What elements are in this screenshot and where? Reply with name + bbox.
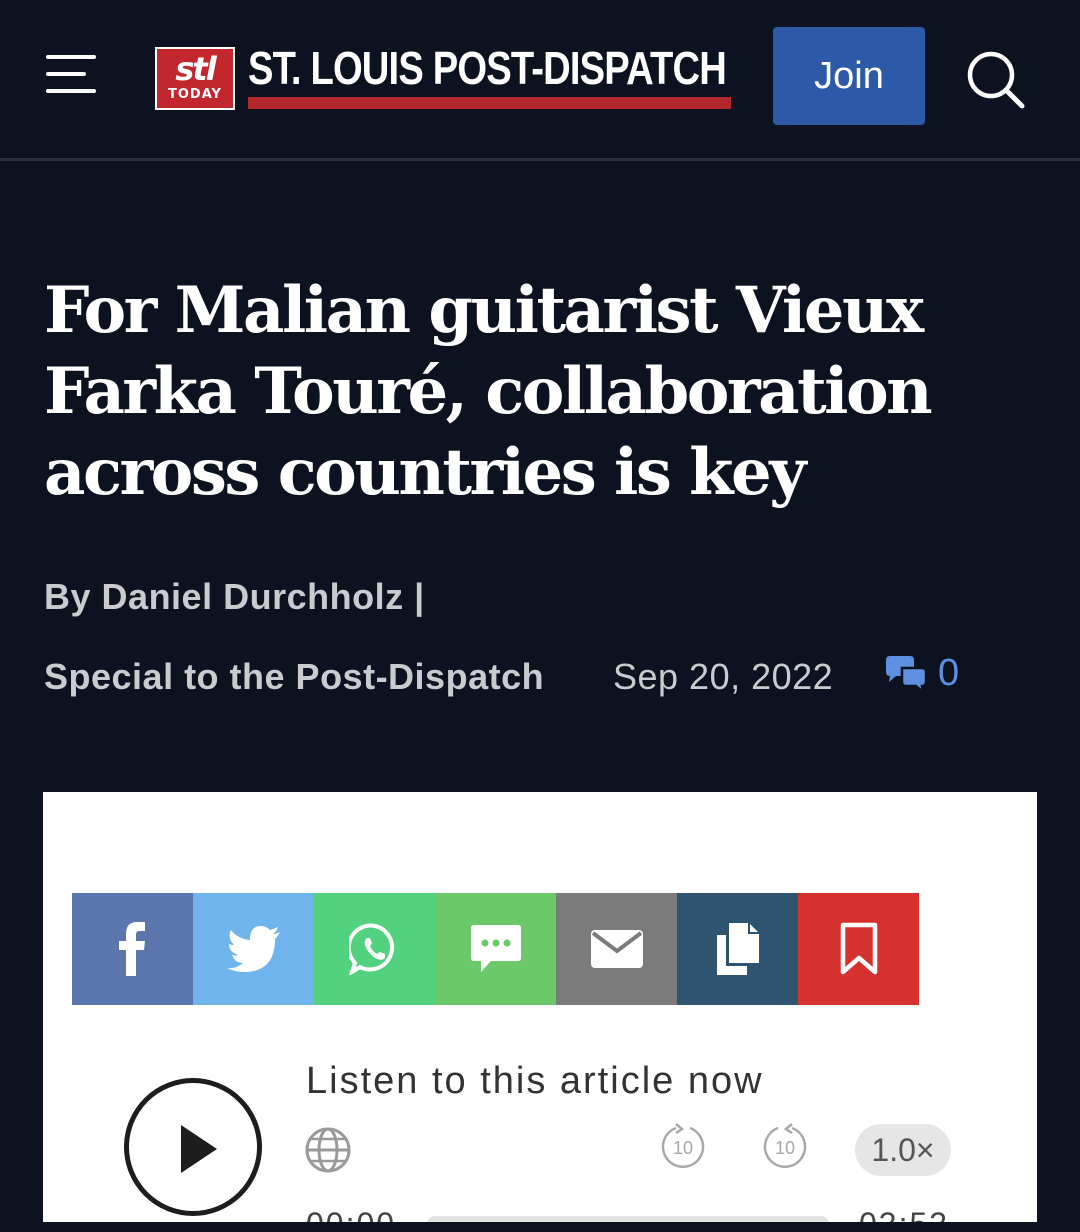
article-meta: Special to the Post-Dispatch Sep 20, 202… (44, 652, 1044, 702)
comment-count: 0 (938, 652, 960, 694)
share-facebook-button[interactable] (72, 893, 193, 1005)
byline-prefix: By (44, 576, 92, 617)
play-button[interactable] (124, 1078, 262, 1216)
bookmark-icon (840, 922, 877, 975)
menu-button[interactable] (46, 55, 96, 95)
copy-link-button[interactable] (677, 893, 798, 1005)
playback-speed-button[interactable]: 1.0× (855, 1124, 951, 1176)
article-source: Special to the Post-Dispatch (44, 656, 545, 697)
forward-10-icon: 10 (763, 1123, 807, 1168)
search-icon (967, 51, 1025, 109)
message-icon (470, 925, 521, 972)
article-headline: For Malian guitarist Vieux Farka Touré, … (44, 273, 933, 510)
skip-back-label: 10 (673, 1138, 693, 1158)
search-button[interactable] (964, 48, 1028, 112)
share-twitter-button[interactable] (193, 893, 314, 1005)
share-sms-button[interactable] (435, 893, 556, 1005)
join-button[interactable]: Join (773, 27, 925, 125)
skip-forward-label: 10 (775, 1138, 795, 1158)
menu-icon-bar (46, 72, 86, 76)
logo-underline (248, 97, 731, 109)
article-card: Listen to this article now 10 10 1.0× 00… (43, 792, 1037, 1232)
globe-icon (305, 1127, 351, 1173)
play-icon (181, 1125, 217, 1173)
whatsapp-icon (348, 923, 394, 975)
menu-icon-bar (46, 89, 96, 93)
audio-title: Listen to this article now (306, 1060, 764, 1102)
byline-separator: | (414, 576, 425, 617)
rewind-10-icon: 10 (661, 1123, 705, 1168)
copy-icon (716, 923, 759, 975)
menu-icon-bar (46, 55, 96, 59)
byline: By Daniel Durchholz | (44, 576, 425, 618)
author-link[interactable]: Daniel Durchholz (102, 576, 404, 617)
page-bottom-edge (0, 1222, 1080, 1232)
twitter-icon (226, 926, 280, 972)
article-date: Sep 20, 2022 (613, 656, 834, 697)
logo-badge-bottom-text: TODAY (168, 87, 222, 102)
stltoday-logo-badge[interactable]: stl TODAY (155, 47, 235, 110)
comments-icon (886, 655, 928, 694)
share-email-button[interactable] (556, 893, 677, 1005)
save-article-button[interactable] (798, 893, 919, 1005)
skip-forward-button[interactable]: 10 (760, 1122, 810, 1172)
site-header: stl TODAY ST. LOUIS POST-DISPATCH Join (0, 0, 1080, 160)
skip-back-button[interactable]: 10 (658, 1122, 708, 1172)
logo-badge-top-text: stl (175, 50, 216, 88)
facebook-icon (118, 922, 145, 976)
site-logo-text[interactable]: ST. LOUIS POST-DISPATCH (248, 42, 727, 94)
header-divider (0, 158, 1080, 161)
language-button[interactable] (304, 1126, 352, 1174)
share-whatsapp-button[interactable] (314, 893, 435, 1005)
email-icon (590, 930, 643, 968)
share-bar (72, 893, 919, 1005)
comments-link[interactable]: 0 (882, 652, 959, 695)
